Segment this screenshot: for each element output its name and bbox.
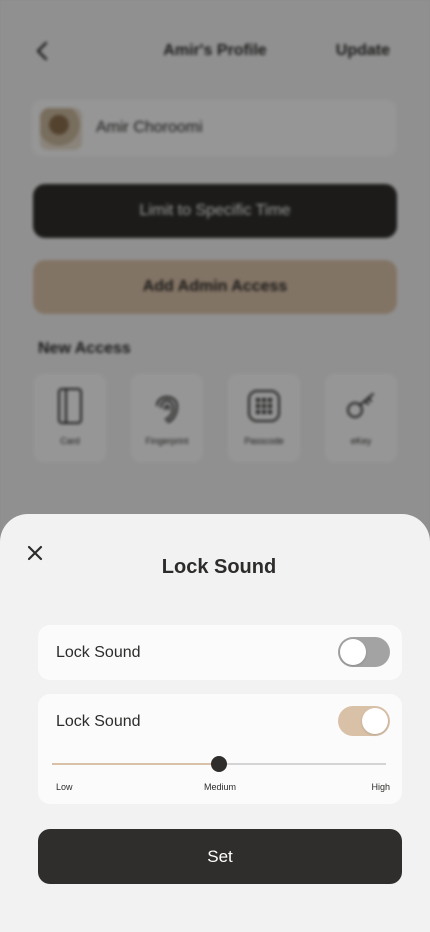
set-button[interactable]: Set: [38, 829, 402, 884]
volume-slider[interactable]: [52, 754, 386, 774]
volume-high-label: High: [371, 782, 390, 792]
slider-thumb[interactable]: [211, 756, 227, 772]
lock-sound-volume-row: Lock Sound Low Medium High: [38, 694, 402, 804]
row-label: Lock Sound: [56, 713, 141, 730]
toggle-knob: [340, 639, 366, 665]
row-label: Lock Sound: [56, 644, 141, 661]
toggle-knob: [362, 708, 388, 734]
slider-fill: [52, 763, 219, 765]
lock-sound-toggle[interactable]: [338, 637, 390, 667]
volume-medium-label: Medium: [203, 782, 236, 792]
lock-sound-sheet: Lock Sound Lock Sound Lock Sound Low Med…: [0, 514, 430, 932]
lock-sound-volume-toggle[interactable]: [338, 706, 390, 736]
sheet-title: Lock Sound: [161, 556, 277, 578]
lock-sound-row: Lock Sound: [38, 625, 402, 680]
